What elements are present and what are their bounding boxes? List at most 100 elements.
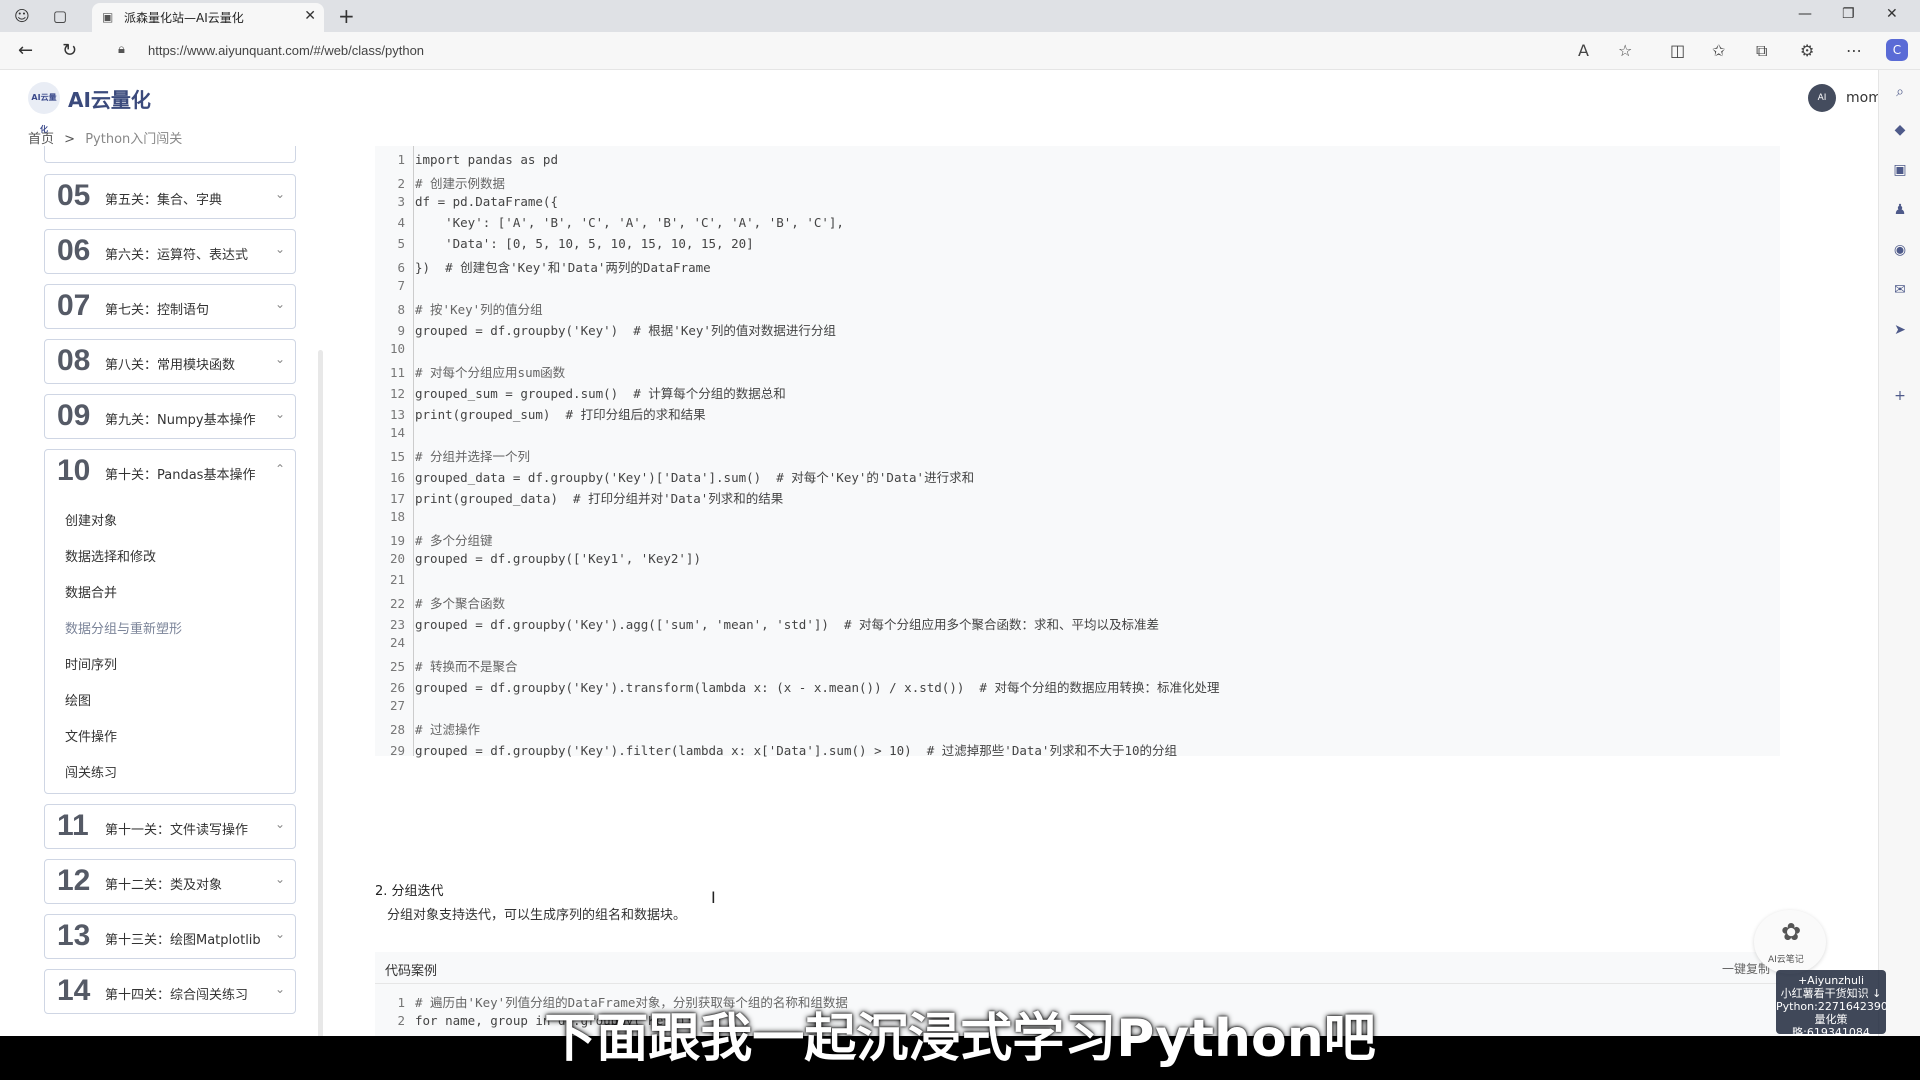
level-sidebar: 05 第五关：集合、字典 ⌄ 06 第六关：运算符、表达式 ⌄ 07 第七关：控制语句 ⌄ … (44, 146, 296, 1036)
profile-icon[interactable]: ☺ (12, 6, 32, 26)
level-item-06[interactable]: 06 第六关：运算符、表达式 ⌄ (44, 229, 296, 274)
avatar[interactable]: AI (1808, 84, 1836, 112)
lock-icon[interactable]: 🔒︎ (118, 42, 125, 57)
user-name[interactable]: momo ▾ (1846, 90, 1878, 106)
browser-tab[interactable]: ▣ 派森量化站—AI云量化 ✕ (92, 3, 324, 32)
tab-close-icon[interactable]: ✕ (304, 8, 316, 24)
code-text: import pandas as pd (415, 152, 558, 167)
line-number: 5 (397, 236, 405, 251)
code-text: 'Data': [0, 5, 10, 5, 10, 15, 10, 15, 20… (415, 236, 754, 251)
back-icon[interactable]: ← (18, 40, 33, 61)
copilot-icon[interactable]: C (1886, 39, 1908, 61)
code-line: 3 df = pd.DataFrame({ (375, 194, 558, 215)
refresh-icon[interactable]: ↻ (62, 40, 77, 61)
favorites-icon[interactable]: ✩ (1712, 41, 1725, 60)
split-screen-icon[interactable]: ◫ (1670, 41, 1685, 60)
code-text: grouped_data = df.groupby('Key')['Data']… (415, 470, 975, 485)
line-number: 18 (389, 509, 405, 524)
code-text: print(grouped_data) # 打印分组并对'Data'列求和的结果 (415, 491, 784, 506)
code-line: 29 grouped = df.groupby('Key').filter(lam… (375, 740, 1177, 761)
level-item-05[interactable]: 05 第五关：集合、字典 ⌄ (44, 174, 296, 219)
games-icon[interactable]: ♟ (1891, 202, 1909, 220)
code-line: 28 # 过滤操作 (375, 719, 480, 740)
code-line: 26 grouped = df.groupby('Key').transform(… (375, 677, 1220, 698)
code-text: }) # 创建包含'Key'和'Data'两列的DataFrame (415, 260, 711, 275)
search-icon[interactable]: ⌕ (1891, 84, 1909, 102)
level-item-partial[interactable] (44, 146, 296, 163)
code-text: # 分组并选择一个列 (415, 449, 531, 464)
line-number: 21 (389, 572, 405, 587)
level-item-09[interactable]: 09 第九关：Numpy基本操作 ⌄ (44, 394, 296, 439)
line-number: 4 (397, 215, 405, 230)
code-line: 14 (375, 425, 415, 446)
subitem-file-ops[interactable]: 文件操作 (65, 726, 117, 745)
chevron-up-icon: ⌃ (274, 462, 285, 476)
new-tab-icon[interactable]: + (338, 4, 355, 28)
code-text: # 转换而不是聚合 (415, 659, 518, 674)
window-close-icon[interactable]: ✕ (1886, 6, 1898, 22)
telegram-icon[interactable]: ➤ (1891, 322, 1909, 340)
code-line: 8 # 按'Key'列的值分组 (375, 299, 542, 320)
breadcrumb-separator: > (64, 132, 76, 147)
code-example-title: 代码案例 (385, 964, 438, 979)
level-item-07[interactable]: 07 第七关：控制语句 ⌄ (44, 284, 296, 329)
subitem-groupby-reshape[interactable]: 数据分组与重新塑形 (65, 618, 182, 637)
chevron-down-icon: ⌄ (274, 872, 285, 886)
line-number: 2 (397, 176, 405, 191)
code-text: grouped = df.groupby(['Key1', 'Key2']) (415, 551, 701, 566)
line-number: 28 (389, 722, 405, 737)
chevron-down-icon: ⌄ (274, 817, 285, 831)
level-item-11[interactable]: 11 第十一关：文件读写操作 ⌄ (44, 804, 296, 849)
briefcase-icon[interactable]: ▣ (1891, 162, 1909, 180)
level-item-12[interactable]: 12 第十二关：类及对象 ⌄ (44, 859, 296, 904)
subitem-select-modify[interactable]: 数据选择和修改 (65, 546, 156, 565)
subitem-plotting[interactable]: 绘图 (65, 690, 91, 709)
minimize-icon[interactable]: — (1798, 6, 1812, 22)
restore-icon[interactable]: ❐ (1842, 6, 1855, 22)
ai-assistant-button[interactable]: ✿ AI云笔记 (1754, 910, 1826, 974)
level-item-08[interactable]: 08 第八关：常用模块函数 ⌄ (44, 339, 296, 384)
subitem-create-object[interactable]: 创建对象 (65, 510, 117, 529)
more-menu-icon[interactable]: ⋯ (1846, 41, 1862, 60)
tag-icon[interactable]: ◆ (1891, 122, 1909, 140)
url-input[interactable]: https://www.aiyunquant.com/#/web/class/p… (148, 43, 424, 58)
code-text: # 多个分组键 (415, 533, 493, 548)
subitem-time-series[interactable]: 时间序列 (65, 654, 117, 673)
sidebar-scrollbar[interactable] (318, 350, 323, 1036)
code-line: 17 print(grouped_data) # 打印分组并对'Data'列求和的… (375, 488, 783, 509)
code-text: df = pd.DataFrame({ (415, 194, 558, 209)
subitem-practice[interactable]: 闯关练习 (65, 762, 117, 781)
page-favicon-icon: ▣ (102, 10, 114, 24)
main-content: 1 import pandas as pd 2 # 创建示例数据 3 df = pd.Da… (375, 146, 1780, 1036)
logo-text[interactable]: AI云量化 (68, 84, 151, 113)
code-line: 21 (375, 572, 415, 593)
favorite-star-icon[interactable]: ☆ (1618, 41, 1632, 60)
line-number: 23 (389, 617, 405, 632)
subitem-merge[interactable]: 数据合并 (65, 582, 117, 601)
code-line: 24 (375, 635, 415, 656)
chevron-down-icon: ⌄ (274, 407, 285, 421)
code-text: # 过滤操作 (415, 722, 481, 737)
line-number: 3 (397, 194, 405, 209)
workspaces-icon[interactable]: ▢ (50, 6, 70, 26)
extensions-icon[interactable]: ⚙ (1800, 41, 1814, 60)
add-icon[interactable]: + (1891, 388, 1909, 406)
code-line: 15 # 分组并选择一个列 (375, 446, 530, 467)
line-number: 10 (389, 341, 405, 356)
line-number: 19 (389, 533, 405, 548)
office-icon[interactable]: ◉ (1891, 242, 1909, 260)
read-aloud-icon[interactable]: A (1578, 41, 1589, 60)
code-line: 19 # 多个分组键 (375, 530, 493, 551)
outlook-icon[interactable]: ✉ (1891, 282, 1909, 300)
logo-icon[interactable]: AI云量化 (28, 82, 60, 134)
level-item-13[interactable]: 13 第十三关：绘图Matplotlib ⌄ (44, 914, 296, 959)
ai-logo-icon: ✿ (1780, 918, 1802, 946)
breadcrumb-home[interactable]: 首页 (28, 132, 54, 147)
code-line: 23 grouped = df.groupby('Key').agg(['sum'… (375, 614, 1159, 635)
page: AI云量化 AI云量化 AI momo ▾ 首页 > Python入门闯关 05… (0, 70, 1878, 1036)
code-text: grouped = df.groupby('Key').filter(lambd… (415, 743, 1178, 758)
collections-icon[interactable]: ⧉ (1756, 41, 1767, 61)
line-number: 29 (389, 743, 405, 758)
level-item-10[interactable]: 10 第十关：Pandas基本操作 ⌃ 创建对象 数据选择和修改 数据合并 数据分组… (44, 449, 296, 794)
code-text: grouped = df.groupby('Key') # 根据'Key'列的值… (415, 323, 836, 338)
